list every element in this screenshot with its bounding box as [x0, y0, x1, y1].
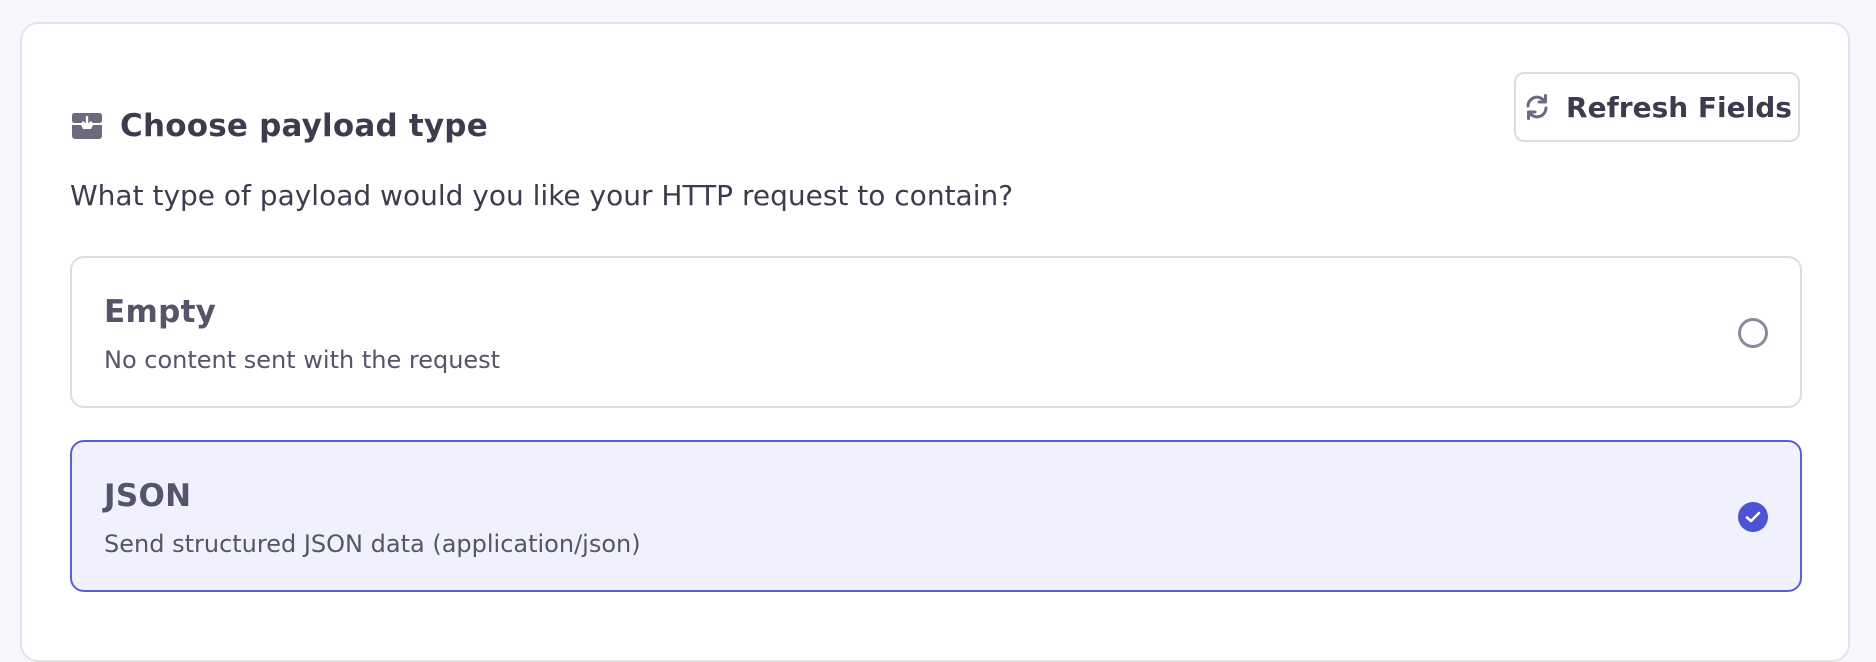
refresh-icon — [1522, 92, 1552, 122]
section-title: Choose payload type — [120, 108, 488, 144]
checkmark-icon — [1745, 511, 1761, 523]
payload-question: What type of payload would you like your… — [70, 179, 1014, 212]
payload-option-empty[interactable]: Empty No content sent with the request — [70, 256, 1802, 408]
option-title: JSON — [104, 478, 192, 514]
option-description: Send structured JSON data (application/j… — [104, 530, 641, 558]
section-header: Choose payload type — [70, 106, 488, 146]
option-title: Empty — [104, 294, 217, 330]
payload-option-json[interactable]: JSON Send structured JSON data (applicat… — [70, 440, 1802, 592]
refresh-fields-label: Refresh Fields — [1566, 90, 1792, 124]
inbox-download-icon — [70, 109, 104, 143]
payload-type-card: Choose payload type Refresh Fields What … — [20, 22, 1850, 662]
radio-checked-icon[interactable] — [1738, 502, 1768, 532]
option-description: No content sent with the request — [104, 346, 501, 374]
radio-unchecked-icon[interactable] — [1738, 318, 1768, 348]
refresh-fields-button[interactable]: Refresh Fields — [1514, 72, 1800, 142]
